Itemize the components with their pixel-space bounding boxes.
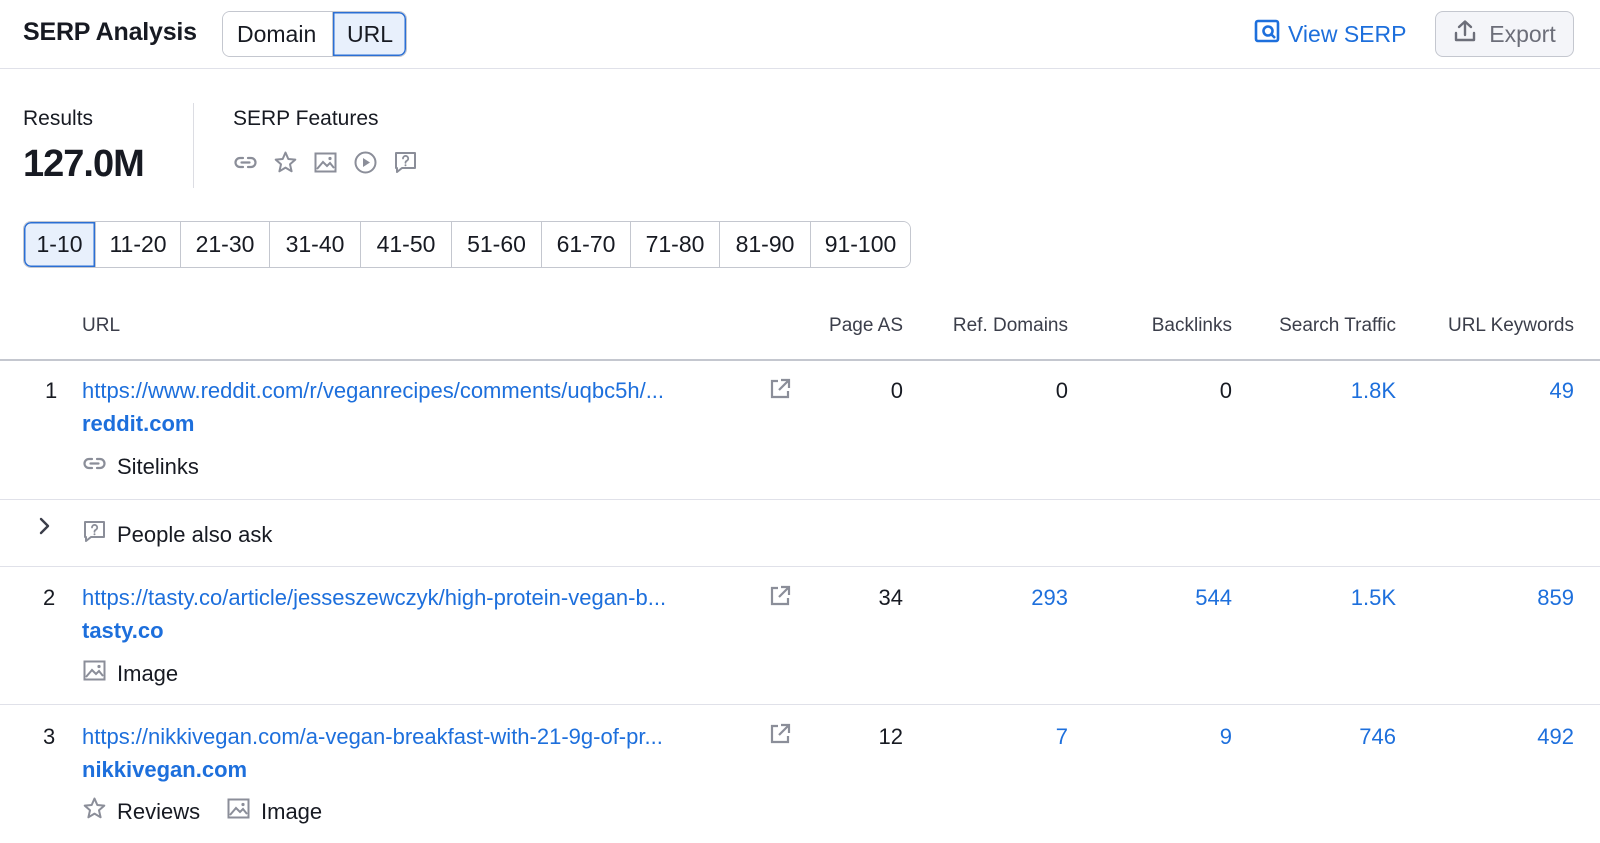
image-icon: [226, 796, 251, 827]
ref-domains-value: 0: [1055, 378, 1068, 403]
row-divider: [0, 499, 1600, 500]
page-41-50[interactable]: 41-50: [361, 222, 452, 267]
summary-divider: [193, 103, 194, 188]
result-url-link[interactable]: https://www.reddit.com/r/veganrecipes/co…: [82, 378, 664, 404]
search-traffic-value[interactable]: 746: [1359, 724, 1396, 750]
search-traffic-value[interactable]: 1.8K: [1351, 378, 1396, 404]
serp-feature-image: Image: [226, 796, 322, 827]
domain-url-toggle: Domain URL: [222, 11, 407, 57]
serp-features-label: SERP Features: [233, 107, 379, 130]
row-number: 3: [43, 724, 56, 749]
page-1-10[interactable]: 1-10: [24, 222, 96, 267]
results-pagination: 1-10 11-20 21-30 31-40 41-50 51-60 61-70…: [23, 221, 911, 268]
link-icon[interactable]: [233, 150, 258, 175]
search-traffic-value[interactable]: 1.5K: [1351, 585, 1396, 611]
export-label: Export: [1489, 20, 1556, 47]
external-link-icon[interactable]: [768, 584, 792, 608]
page-21-30[interactable]: 21-30: [181, 222, 270, 267]
result-url-link[interactable]: https://tasty.co/article/jesseszewczyk/h…: [82, 585, 666, 611]
url-keywords-value[interactable]: 492: [1537, 724, 1574, 750]
page-as-value: 12: [878, 724, 903, 749]
row-number: 2: [43, 585, 56, 610]
people-also-ask-label: People also ask: [117, 521, 273, 547]
serp-feature-image: Image: [82, 658, 178, 689]
people-also-ask-row[interactable]: People also ask: [82, 519, 272, 550]
row-divider: [0, 704, 1600, 705]
col-header-search-traffic[interactable]: Search Traffic: [1279, 315, 1396, 337]
star-icon: [82, 796, 107, 827]
backlinks-value: 0: [1219, 378, 1232, 403]
image-icon[interactable]: [313, 150, 338, 175]
serp-feature-sitelinks: Sitelinks: [82, 451, 199, 482]
page-81-90[interactable]: 81-90: [720, 222, 811, 267]
page-61-70[interactable]: 61-70: [542, 222, 631, 267]
export-button[interactable]: Export: [1435, 11, 1574, 57]
feature-label: Reviews: [117, 798, 201, 824]
page-51-60[interactable]: 51-60: [452, 222, 542, 267]
page-11-20[interactable]: 11-20: [96, 222, 181, 267]
table-header-divider: [0, 359, 1600, 361]
page-91-100[interactable]: 91-100: [811, 222, 910, 267]
link-icon: [82, 451, 107, 482]
external-link-icon[interactable]: [768, 722, 792, 746]
ref-domains-value[interactable]: 293: [1031, 585, 1068, 611]
video-icon[interactable]: [353, 150, 378, 175]
serp-features-icons: [233, 150, 418, 175]
col-header-url-keywords[interactable]: URL Keywords: [1448, 315, 1574, 337]
star-icon[interactable]: [273, 150, 298, 175]
view-serp-link[interactable]: View SERP: [1254, 17, 1406, 51]
result-domain-link[interactable]: nikkivegan.com: [82, 757, 247, 783]
results-value: 127.0M: [23, 143, 145, 185]
col-header-url[interactable]: URL: [82, 315, 120, 337]
results-label: Results: [23, 107, 94, 130]
upload-icon: [1453, 19, 1477, 49]
page-31-40[interactable]: 31-40: [270, 222, 361, 267]
feature-label: Image: [261, 798, 323, 824]
ref-domains-value[interactable]: 7: [1056, 724, 1068, 750]
question-icon: [82, 519, 107, 550]
feature-label: Sitelinks: [117, 453, 199, 479]
col-header-page-as[interactable]: Page AS: [829, 315, 903, 337]
url-keywords-value[interactable]: 49: [1550, 378, 1574, 404]
result-domain-link[interactable]: reddit.com: [82, 411, 194, 437]
page-title: SERP Analysis: [23, 18, 197, 46]
url-keywords-value[interactable]: 859: [1537, 585, 1574, 611]
image-icon: [82, 658, 107, 689]
toggle-url[interactable]: URL: [333, 12, 406, 56]
chevron-right-icon[interactable]: [36, 515, 54, 537]
serp-feature-reviews: Reviews: [82, 796, 200, 827]
serp-preview-icon: [1254, 19, 1280, 49]
view-serp-label: View SERP: [1288, 20, 1407, 47]
result-domain-link[interactable]: tasty.co: [82, 618, 164, 644]
question-icon[interactable]: [393, 150, 418, 175]
page-as-value: 0: [890, 378, 903, 403]
toggle-domain[interactable]: Domain: [223, 12, 333, 56]
page-as-value: 34: [878, 585, 903, 610]
feature-label: Image: [117, 660, 179, 686]
backlinks-value[interactable]: 544: [1195, 585, 1232, 611]
row-number: 1: [45, 378, 58, 403]
result-url-link[interactable]: https://nikkivegan.com/a-vegan-breakfast…: [82, 724, 663, 750]
backlinks-value[interactable]: 9: [1220, 724, 1232, 750]
page-71-80[interactable]: 71-80: [631, 222, 720, 267]
col-header-ref-domains[interactable]: Ref. Domains: [953, 315, 1068, 337]
top-bar: SERP Analysis Domain URL View SERP Expor…: [0, 0, 1600, 69]
external-link-icon[interactable]: [768, 377, 792, 401]
row-divider: [0, 566, 1600, 567]
col-header-backlinks[interactable]: Backlinks: [1152, 315, 1232, 337]
